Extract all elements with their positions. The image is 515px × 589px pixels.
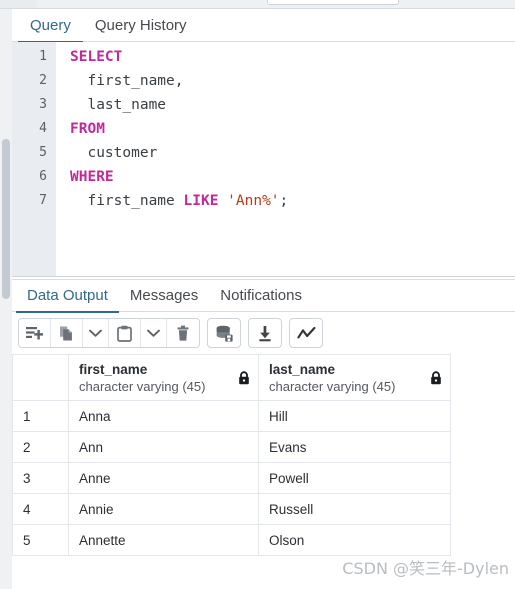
editor-gutter: 1 2 3 4 5 6 7 — [12, 42, 56, 276]
paste-options-button[interactable] — [141, 319, 167, 347]
column-name: first_name — [79, 361, 148, 377]
code-line: WHERE — [70, 169, 114, 185]
code-line: first_name LIKE 'Ann%'; — [70, 193, 289, 209]
index-column-header — [12, 354, 69, 401]
cell-first-name[interactable]: Annie — [68, 493, 259, 525]
cell-first-name[interactable]: Ann — [68, 431, 259, 463]
add-row-icon — [25, 325, 44, 341]
line-number: 7 — [39, 193, 47, 208]
line-number: 5 — [39, 145, 47, 160]
left-vertical-scrollbar[interactable] — [0, 9, 12, 589]
cell-last-name[interactable]: Powell — [258, 462, 451, 494]
code-line: SELECT — [70, 49, 123, 65]
table-row[interactable]: 4 Annie Russell — [12, 493, 451, 525]
sql-editor[interactable]: 1 2 3 4 5 6 7 SELECT first_name, last_na… — [12, 42, 515, 277]
code-line: first_name, — [70, 73, 184, 89]
tab-notifications[interactable]: Notifications — [209, 280, 313, 312]
copy-icon — [58, 325, 75, 342]
top-toolbar-widget[interactable] — [267, 0, 399, 5]
table-row[interactable]: 1 Anna Hill — [12, 400, 451, 432]
query-tabbar: Query Query History — [12, 9, 515, 43]
row-index: 3 — [12, 462, 69, 494]
line-number: 1 — [39, 49, 47, 64]
line-number: 6 — [39, 169, 47, 184]
result-grid-container[interactable]: first_name character varying (45) last_n… — [12, 354, 515, 582]
row-index: 5 — [12, 524, 69, 556]
cell-last-name[interactable]: Russell — [258, 493, 451, 525]
code-line: customer — [70, 145, 158, 161]
download-csv-button[interactable] — [248, 318, 282, 348]
code-line: FROM — [70, 121, 105, 137]
cell-last-name[interactable]: Evans — [258, 431, 451, 463]
result-grid: first_name character varying (45) last_n… — [12, 354, 451, 556]
lock-icon — [430, 371, 442, 390]
trash-icon — [176, 325, 190, 342]
top-toolbar-strip — [0, 0, 515, 9]
cell-last-name[interactable]: Hill — [258, 400, 451, 432]
paste-icon — [117, 325, 132, 342]
line-number: 3 — [39, 97, 47, 112]
table-row[interactable]: 2 Ann Evans — [12, 431, 451, 463]
cell-first-name[interactable]: Anne — [68, 462, 259, 494]
row-index: 1 — [12, 400, 69, 432]
edit-button-group — [18, 318, 200, 348]
table-row[interactable]: 3 Anne Powell — [12, 462, 451, 494]
code-line: last_name — [70, 97, 167, 113]
column-type: character varying (45) — [79, 378, 206, 394]
table-header-row: first_name character varying (45) last_n… — [12, 354, 451, 401]
cell-first-name[interactable]: Annette — [68, 524, 259, 556]
chevron-down-icon — [147, 329, 160, 338]
add-row-button[interactable] — [19, 319, 51, 347]
main-content: Query Query History 1 2 3 4 5 6 7 SELECT … — [12, 9, 515, 589]
output-tabbar: Data Output Messages Notifications — [12, 280, 515, 313]
delete-row-button[interactable] — [167, 319, 199, 347]
column-name: last_name — [269, 361, 336, 377]
copy-options-button[interactable] — [83, 319, 109, 347]
graph-visualiser-button[interactable] — [289, 318, 323, 348]
tab-query[interactable]: Query — [18, 9, 83, 43]
scrollbar-thumb[interactable] — [2, 139, 10, 299]
cell-last-name[interactable]: Olson — [258, 524, 451, 556]
cell-first-name[interactable]: Anna — [68, 400, 259, 432]
lock-icon — [238, 371, 250, 390]
paste-button[interactable] — [109, 319, 141, 347]
row-index: 2 — [12, 431, 69, 463]
column-type: character varying (45) — [269, 378, 396, 394]
sql-code-area[interactable]: SELECT first_name, last_name FROM custom… — [56, 42, 515, 276]
column-header-first-name[interactable]: first_name character varying (45) — [68, 354, 259, 401]
row-index: 4 — [12, 493, 69, 525]
copy-button[interactable] — [51, 319, 83, 347]
tab-messages[interactable]: Messages — [119, 280, 209, 312]
tab-query-history[interactable]: Query History — [83, 9, 199, 42]
result-toolbar — [12, 312, 515, 354]
result-grid-body: 1 Anna Hill 2 Ann Evans 3 Anne Powell 4 … — [12, 400, 451, 556]
table-row[interactable]: 5 Annette Olson — [12, 524, 451, 556]
save-data-changes-button[interactable] — [207, 318, 241, 348]
graph-visualiser-icon — [296, 326, 316, 341]
chevron-down-icon — [89, 329, 102, 338]
save-data-changes-icon — [215, 325, 234, 342]
column-header-last-name[interactable]: last_name character varying (45) — [258, 354, 451, 401]
tab-data-output[interactable]: Data Output — [16, 280, 119, 313]
line-number: 4 — [39, 121, 47, 136]
line-number: 2 — [39, 73, 47, 88]
pgadmin-query-tool: Query Query History 1 2 3 4 5 6 7 SELECT … — [0, 0, 515, 589]
download-icon — [257, 325, 273, 342]
